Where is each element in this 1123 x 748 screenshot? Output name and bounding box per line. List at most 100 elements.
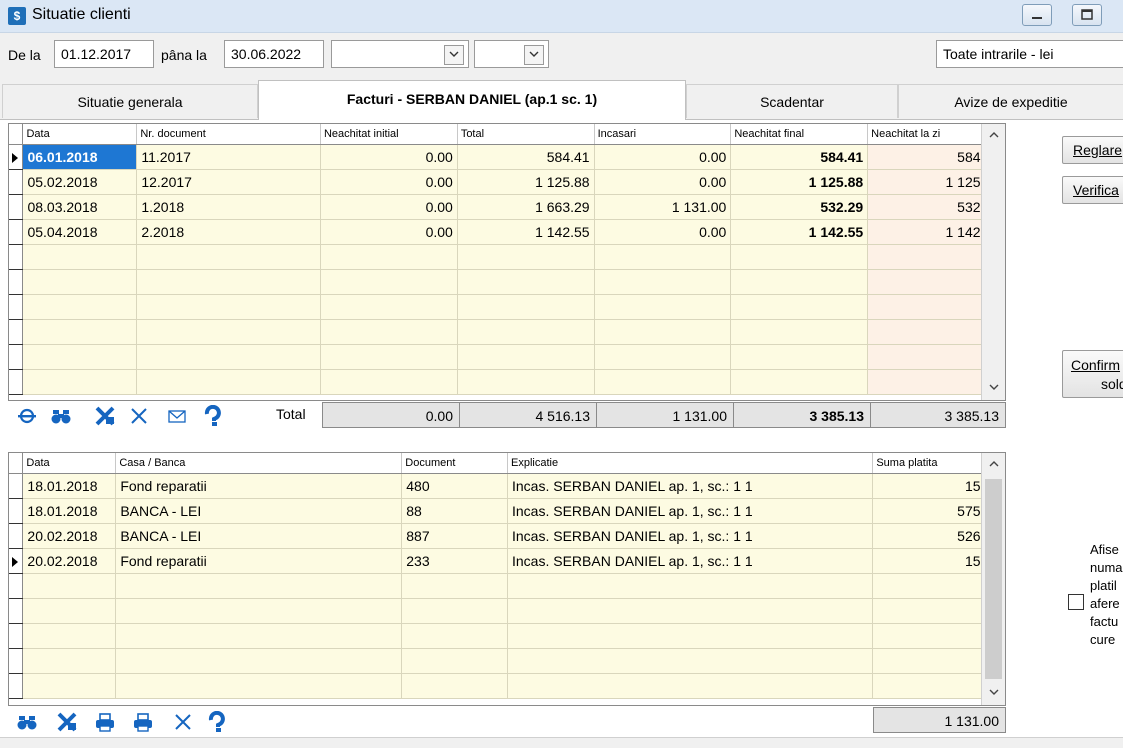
cell-document[interactable]: 233 — [401, 548, 508, 574]
scroll-thumb[interactable] — [985, 479, 1002, 679]
table-row[interactable]: 06.01.2018 11.2017 0.00 584.41 0.00 584.… — [9, 144, 1005, 170]
cell-data[interactable]: 18.01.2018 — [22, 498, 117, 524]
binoculars-icon[interactable] — [50, 405, 72, 427]
confirm-sold-button[interactable]: Confirm sold — [1062, 350, 1123, 398]
cell-data[interactable]: 05.02.2018 — [22, 169, 138, 195]
cell-document[interactable]: 480 — [401, 473, 508, 499]
cell-casa-banca[interactable]: BANCA - LEI — [115, 523, 403, 549]
cell-total[interactable]: 1 142.55 — [457, 219, 595, 245]
payments-scrollbar-track[interactable] — [981, 453, 1005, 705]
excel-export-icon[interactable] — [56, 711, 78, 733]
cell-explicatie[interactable]: Incas. SERBAN DANIEL ap. 1, sc.: 1 1 — [507, 498, 874, 524]
tab-facturi[interactable]: Facturi - SERBAN DANIEL (ap.1 sc. 1) — [258, 80, 686, 120]
cell-casa-banca[interactable]: Fond reparatii — [115, 473, 403, 499]
excel-export-icon[interactable] — [94, 405, 116, 427]
column-header[interactable]: Data — [22, 453, 117, 474]
column-header[interactable]: Total — [457, 124, 595, 145]
cell-incasari[interactable]: 0.00 — [594, 144, 732, 170]
cell-total[interactable]: 584.41 — [457, 144, 595, 170]
table-row[interactable]: 08.03.2018 1.2018 0.00 1 663.29 1 131.00… — [9, 194, 1005, 220]
help-icon[interactable] — [206, 711, 228, 733]
cell-casa-banca[interactable]: Fond reparatii — [115, 548, 403, 574]
cell-neachitat-initial[interactable]: 0.00 — [320, 144, 458, 170]
cell-nr-document[interactable]: 2.2018 — [136, 219, 321, 245]
tab-scadentar[interactable]: Scadentar — [686, 84, 898, 118]
cell-casa-banca[interactable]: BANCA - LEI — [115, 498, 403, 524]
column-header[interactable]: Document — [401, 453, 508, 474]
cell-neachitat-initial[interactable]: 0.00 — [320, 169, 458, 195]
table-row[interactable]: 18.01.2018 Fond reparatii 480 Incas. SER… — [9, 473, 1005, 499]
column-header[interactable]: Casa / Banca — [115, 453, 403, 474]
cell-total[interactable]: 1 125.88 — [457, 169, 595, 195]
cell-neachitat-initial[interactable]: 0.00 — [320, 219, 458, 245]
column-header[interactable]: Incasari — [594, 124, 732, 145]
cell-neachitat-final[interactable]: 584.41 — [730, 144, 869, 170]
cell-nr-document[interactable]: 1.2018 — [136, 194, 321, 220]
column-header[interactable]: Explicatie — [507, 453, 874, 474]
show-payments-checkbox[interactable] — [1068, 594, 1084, 610]
scroll-down-icon[interactable] — [982, 376, 1005, 398]
cell-neachitat-final[interactable]: 1 142.55 — [730, 219, 869, 245]
cell-neachitat-initial[interactable]: 0.00 — [320, 194, 458, 220]
table-row[interactable]: 05.02.2018 12.2017 0.00 1 125.88 0.00 1 … — [9, 169, 1005, 195]
to-date-field[interactable]: 30.06.2022 — [224, 40, 324, 68]
table-row[interactable]: 18.01.2018 BANCA - LEI 88 Incas. SERBAN … — [9, 498, 1005, 524]
scroll-up-icon[interactable] — [982, 131, 1005, 153]
cell-incasari[interactable]: 1 131.00 — [594, 194, 732, 220]
invoices-grid[interactable]: Data Nr. document Neachitat initial Tota… — [8, 123, 1006, 401]
delete-icon[interactable] — [172, 711, 194, 733]
chevron-down-icon[interactable] — [444, 45, 464, 65]
maximize-button[interactable] — [1072, 4, 1102, 26]
tab-situatie-generala[interactable]: Situatie generala — [2, 84, 258, 118]
cell-neachitat-final[interactable]: 532.29 — [730, 194, 869, 220]
table-row[interactable]: 20.02.2018 BANCA - LEI 887 Incas. SERBAN… — [9, 523, 1005, 549]
minimize-button[interactable] — [1022, 4, 1052, 26]
verifica-button[interactable]: Verifica — [1062, 176, 1123, 204]
entry-type-combo[interactable]: Toate intrarile - lei — [936, 40, 1123, 68]
cell-nr-document[interactable]: 11.2017 — [136, 144, 321, 170]
payments-table: Data Casa / Banca Document Explicatie Su… — [9, 453, 1005, 699]
column-header[interactable]: Nr. document — [136, 124, 321, 145]
reglare-button[interactable]: Reglare — [1062, 136, 1123, 164]
help-icon[interactable] — [202, 405, 224, 427]
column-header[interactable]: Neachitat initial — [320, 124, 458, 145]
table-row[interactable]: 05.04.2018 2.2018 0.00 1 142.55 0.00 1 1… — [9, 219, 1005, 245]
cell-data[interactable]: 06.01.2018 — [22, 144, 138, 170]
cell-document[interactable]: 887 — [401, 523, 508, 549]
cell-explicatie[interactable]: Incas. SERBAN DANIEL ap. 1, sc.: 1 1 — [507, 473, 874, 499]
scroll-down-icon[interactable] — [982, 681, 1005, 703]
row-indicator — [9, 523, 24, 549]
cell-data[interactable]: 18.01.2018 — [22, 473, 117, 499]
total-total: 4 516.13 — [459, 402, 597, 428]
chevron-down-icon[interactable] — [524, 45, 544, 65]
cell-explicatie[interactable]: Incas. SERBAN DANIEL ap. 1, sc.: 1 1 — [507, 523, 874, 549]
empty-cell — [457, 244, 595, 270]
delete-icon[interactable] — [128, 405, 150, 427]
binoculars-icon[interactable] — [16, 711, 38, 733]
empty-cell — [9, 319, 24, 345]
cell-incasari[interactable]: 0.00 — [594, 169, 732, 195]
cell-nr-document[interactable]: 12.2017 — [136, 169, 321, 195]
from-date-field[interactable]: 01.12.2017 — [54, 40, 154, 68]
cell-data[interactable]: 05.04.2018 — [22, 219, 138, 245]
cell-explicatie[interactable]: Incas. SERBAN DANIEL ap. 1, sc.: 1 1 — [507, 548, 874, 574]
print-icon[interactable] — [94, 711, 116, 733]
print-preview-icon[interactable] — [132, 711, 154, 733]
payments-grid[interactable]: Data Casa / Banca Document Explicatie Su… — [8, 452, 1006, 706]
table-row[interactable]: 20.02.2018 Fond reparatii 233 Incas. SER… — [9, 548, 1005, 574]
cell-incasari[interactable]: 0.00 — [594, 219, 732, 245]
column-header[interactable]: Data — [22, 124, 138, 145]
cell-neachitat-final[interactable]: 1 125.88 — [730, 169, 869, 195]
cell-data[interactable]: 08.03.2018 — [22, 194, 138, 220]
cell-total[interactable]: 1 663.29 — [457, 194, 595, 220]
filter-combo-2[interactable] — [474, 40, 549, 68]
cell-data[interactable]: 20.02.2018 — [22, 548, 117, 574]
column-header[interactable]: Neachitat final — [730, 124, 869, 145]
mail-icon[interactable] — [166, 405, 188, 427]
cell-document[interactable]: 88 — [401, 498, 508, 524]
tab-avize-de-expeditie[interactable]: Avize de expeditie — [898, 84, 1123, 118]
invoices-scrollbar[interactable] — [981, 124, 1005, 400]
filter-combo-1[interactable] — [331, 40, 469, 68]
filter-icon[interactable] — [16, 405, 38, 427]
cell-data[interactable]: 20.02.2018 — [22, 523, 117, 549]
